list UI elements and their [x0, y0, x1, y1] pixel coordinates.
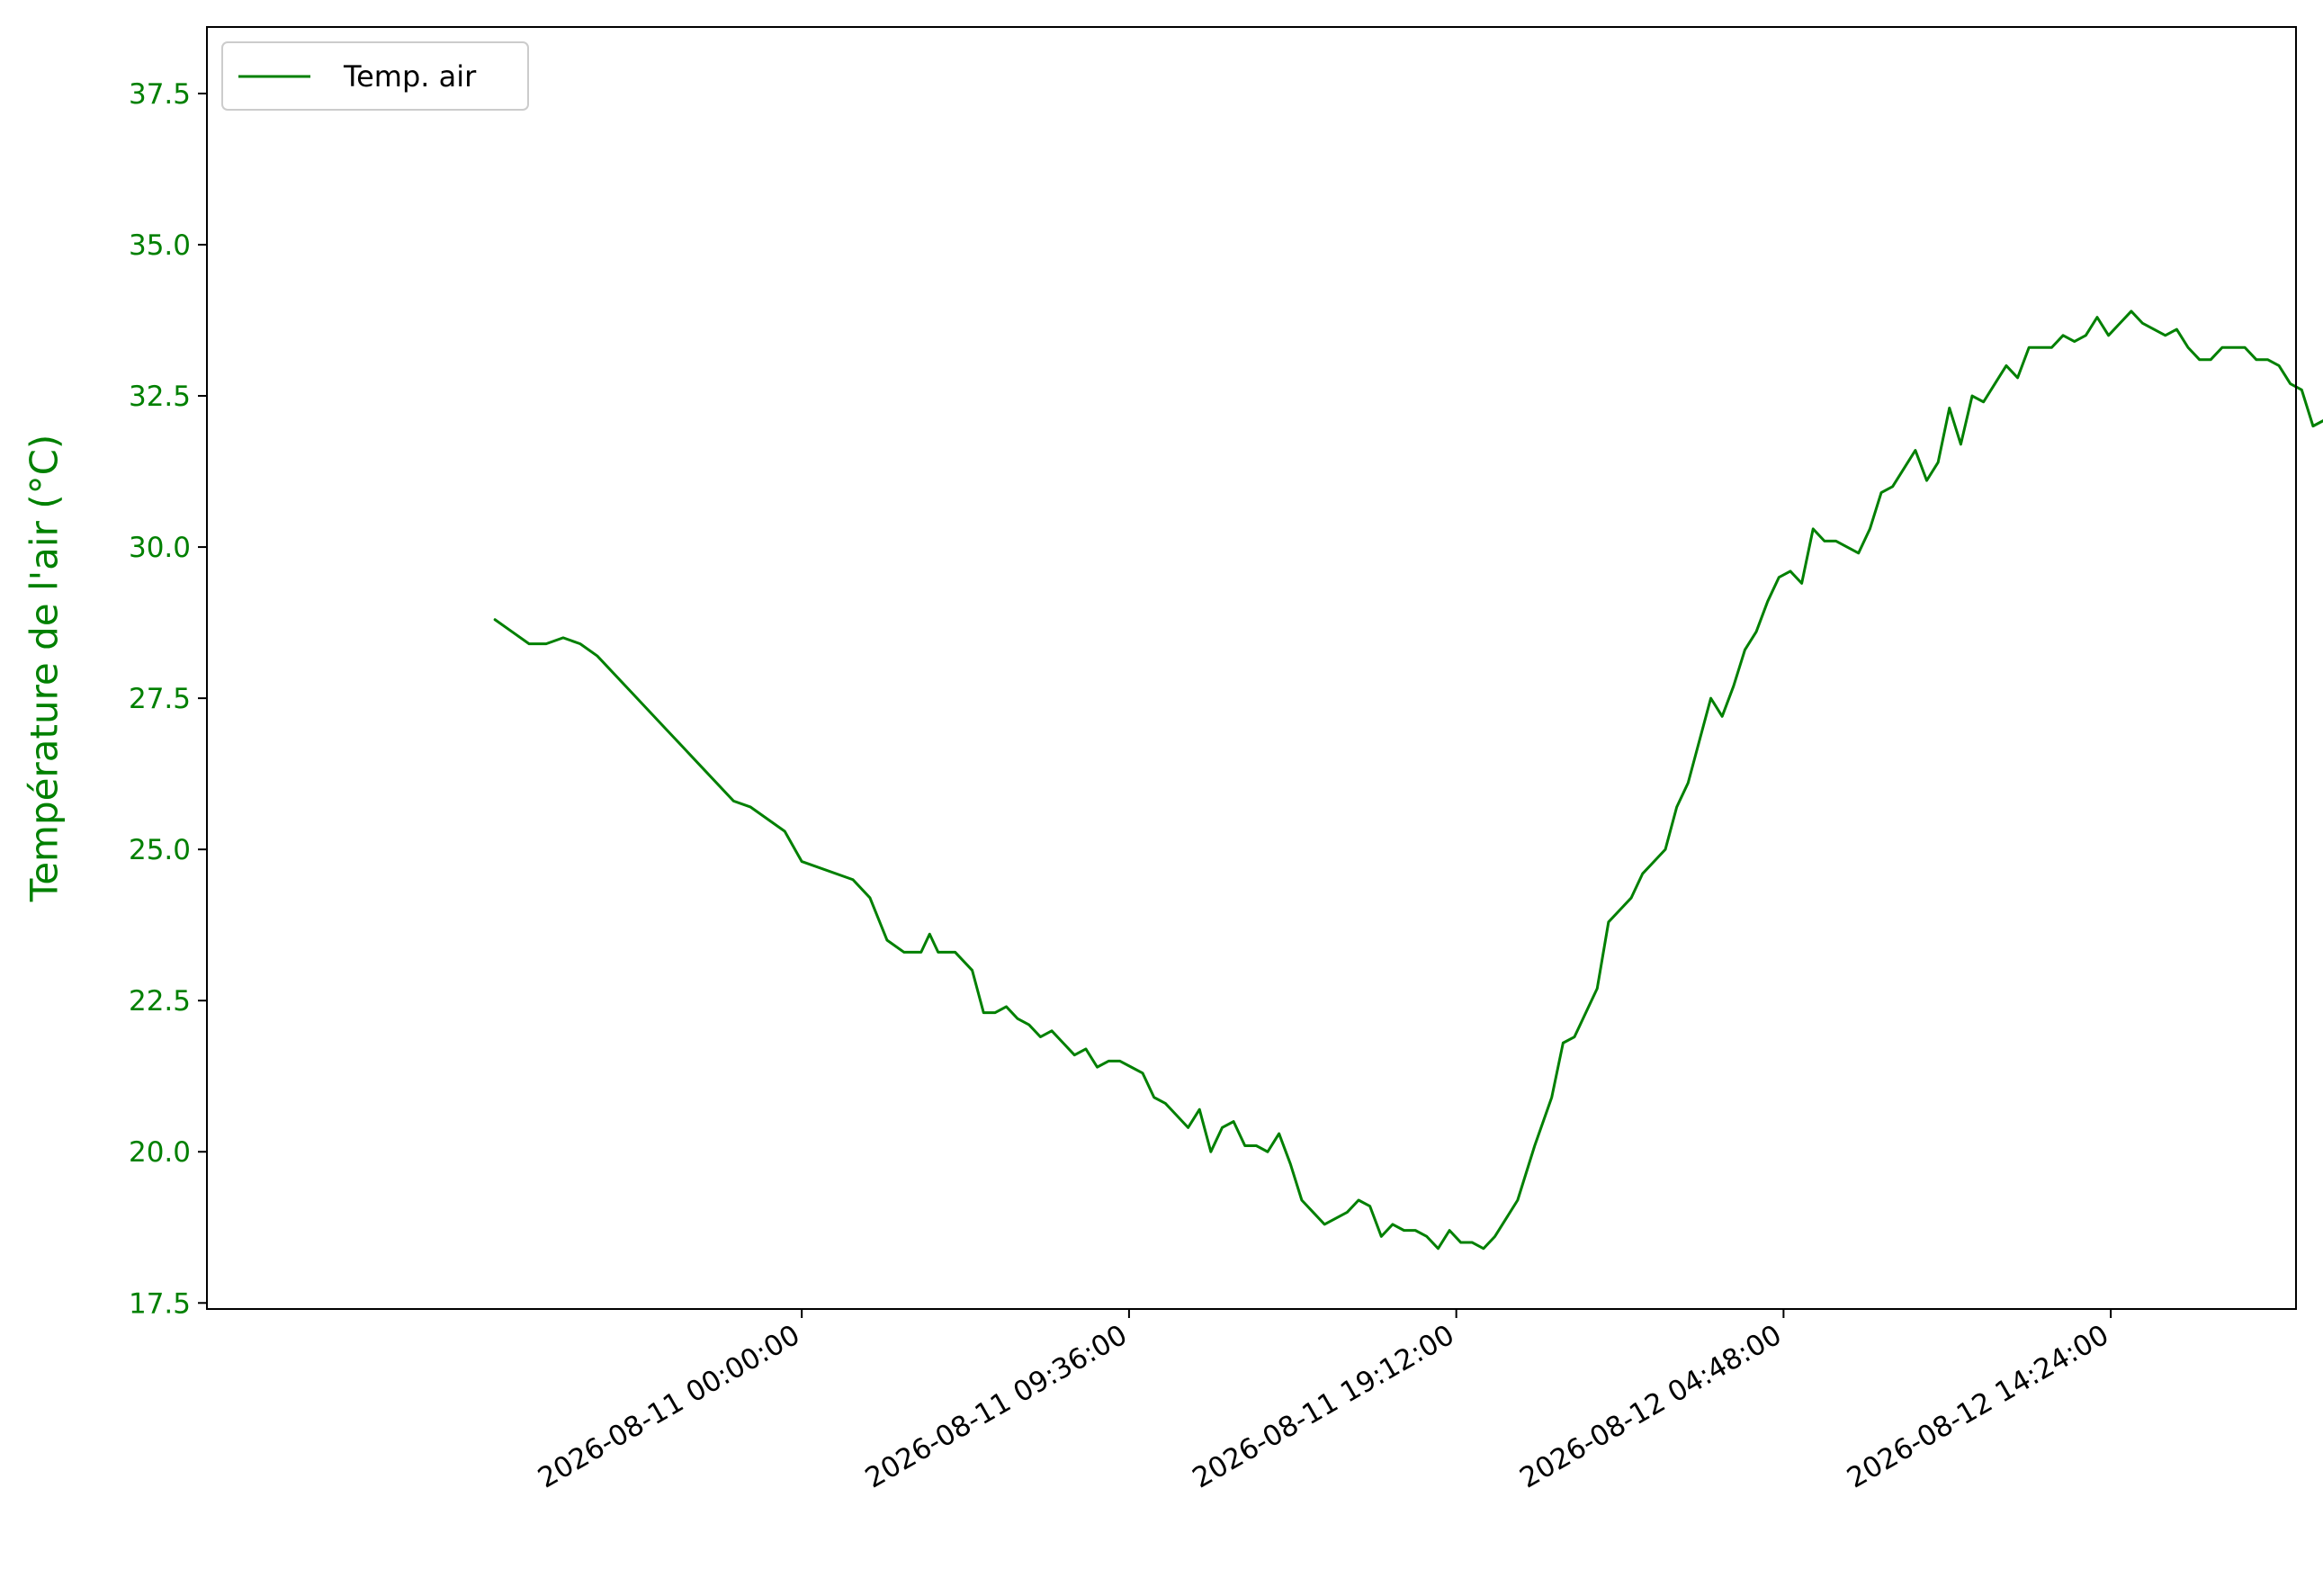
legend: Temp. air: [221, 41, 529, 111]
y-tick-label: 20.0: [129, 1136, 191, 1169]
y-tick-label: 32.5: [129, 381, 191, 413]
y-tick-label: 22.5: [129, 985, 191, 1018]
y-axis-label: Température de l'air (°C): [22, 435, 67, 903]
y-tick-label: 37.5: [129, 78, 191, 111]
y-tick-label: 25.0: [129, 834, 191, 866]
y-tick-label: 27.5: [129, 683, 191, 715]
y-tick-label: 17.5: [129, 1287, 191, 1320]
y-tick-label: 30.0: [129, 532, 191, 564]
legend-label: Temp. air: [343, 59, 477, 94]
line-chart: 17.520.022.525.027.530.032.535.037.5 202…: [0, 0, 2323, 1596]
figure-background: [0, 0, 2323, 1596]
y-tick-label: 35.0: [129, 229, 191, 262]
